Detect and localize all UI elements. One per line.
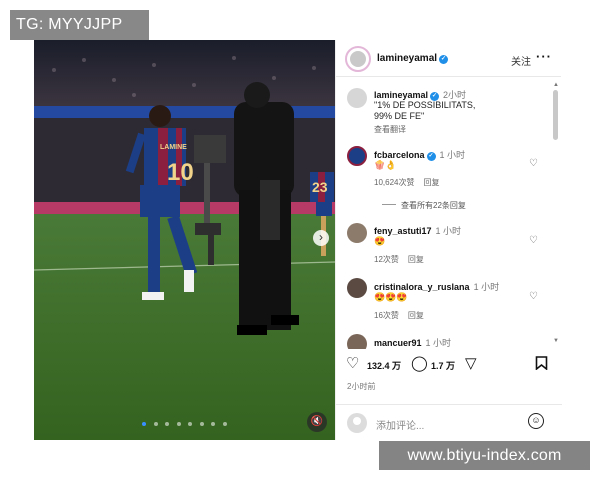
comment-avatar[interactable]	[347, 146, 367, 166]
comment-username[interactable]: feny_astuti17 1 小时	[374, 224, 461, 237]
carousel-dot[interactable]	[211, 422, 216, 426]
bookmark-shape	[535, 356, 548, 371]
verified-icon: ✓	[439, 55, 449, 64]
comment-meta: 12次赞 回复	[374, 254, 424, 265]
caption-author-text: lamineyamal	[374, 90, 429, 100]
comments-scrollbar[interactable]: ▲ ▼	[552, 82, 559, 344]
carousel-indicator	[34, 413, 335, 431]
comment-username-text: mancuer91	[374, 338, 422, 348]
post-photo[interactable]: 23 LAMINE 10 › 🔇	[34, 40, 335, 440]
reply-button[interactable]: 回复	[408, 311, 424, 320]
instagram-post-view: 23 LAMINE 10 › 🔇 lamineyamal ✓ 关注 ··· la…	[0, 0, 600, 480]
comment-icon[interactable]: ◯	[411, 356, 428, 372]
comment-avatar[interactable]	[347, 334, 367, 349]
current-user-avatar	[347, 413, 367, 433]
shirt-name: LAMINE	[160, 144, 187, 151]
comment-username-text: fcbarcelona	[374, 150, 425, 160]
scroll-down-icon[interactable]: ▼	[553, 338, 559, 344]
comment-avatar[interactable]	[347, 223, 367, 243]
comment-meta: 16次赞 回复	[374, 310, 424, 321]
carousel-dot[interactable]	[222, 422, 227, 426]
comment-likes[interactable]: 12次赞	[374, 255, 399, 264]
caption-time: 2小时	[443, 90, 467, 100]
comment-username-text: cristinalora_y_ruslana	[374, 282, 470, 292]
post-header: lamineyamal ✓ 关注 ···	[336, 40, 561, 77]
scroll-up-icon[interactable]: ▲	[553, 82, 559, 88]
caption-avatar[interactable]	[347, 88, 367, 108]
carousel-dot[interactable]	[165, 422, 170, 426]
comment-time: 1 小时	[425, 338, 452, 348]
watermark-top: TG: MYYJJPP	[10, 10, 149, 40]
post-details-panel: lamineyamal ✓ 关注 ··· lamineyamal ✓ 2小时 "1% …	[335, 40, 562, 440]
post-actions-bar: ♡ 132.4 万 ◯ 1.7 万 ▽	[336, 354, 562, 374]
carousel-dot[interactable]	[199, 422, 204, 426]
bg-player-number: 23	[312, 179, 328, 195]
comment-likes[interactable]: 16次赞	[374, 311, 399, 320]
comment-username[interactable]: mancuer91 1 小时	[374, 336, 451, 349]
see-replies-link[interactable]: 查看所有22条回复	[382, 200, 466, 211]
reply-button[interactable]: 回复	[423, 178, 439, 187]
comment-time: 1 小时	[473, 282, 500, 292]
comments-list[interactable]: lamineyamal ✓ 2小时 "1% DE POSSIBILITATS, 99…	[336, 78, 562, 349]
like-icon[interactable]: ♡	[346, 356, 359, 372]
see-translation-link[interactable]: 查看翻译	[374, 124, 406, 135]
like-comment-icon[interactable]: ♡	[529, 158, 538, 169]
comment-avatar[interactable]	[347, 278, 367, 298]
comment-text: 😍😍😍	[374, 292, 408, 302]
reply-button[interactable]: 回复	[408, 255, 424, 264]
scroll-thumb[interactable]	[553, 90, 558, 140]
likes-count[interactable]: 132.4 万	[367, 359, 401, 372]
share-icon[interactable]: ▽	[465, 356, 477, 372]
carousel-dot[interactable]	[176, 422, 181, 426]
watermark-bottom: www.btiyu-index.com	[379, 441, 590, 470]
bookmark-icon[interactable]	[535, 356, 548, 374]
posted-time: 2小时前	[347, 382, 376, 391]
add-comment-input[interactable]: 添加评论...	[376, 417, 424, 432]
stadium-scene: 23 LAMINE 10	[34, 40, 335, 440]
like-comment-icon[interactable]: ♡	[529, 291, 538, 302]
comments-count[interactable]: 1.7 万	[431, 359, 455, 372]
like-comment-icon[interactable]: ♡	[529, 235, 538, 246]
verified-icon: ✓	[426, 152, 436, 161]
next-photo-button[interactable]: ›	[313, 230, 329, 246]
emoji-icon[interactable]: ☺	[528, 413, 544, 429]
comment-text: 😍	[374, 236, 386, 246]
shirt-number: 10	[167, 159, 194, 186]
author-username-text: lamineyamal	[377, 53, 438, 64]
author-username[interactable]: lamineyamal ✓	[377, 53, 449, 64]
author-avatar[interactable]	[345, 46, 371, 72]
carousel-dot[interactable]	[188, 422, 193, 426]
caption-line-2: 99% DE FE"	[374, 111, 425, 121]
comment-time: 1 小时	[435, 226, 462, 236]
carousel-dot[interactable]	[153, 422, 158, 426]
caption-line-1: "1% DE POSSIBILITATS,	[374, 100, 476, 110]
comment-username-text: feny_astuti17	[374, 226, 432, 236]
more-options-icon[interactable]: ···	[536, 49, 552, 64]
comment-text: 🍿👌	[374, 160, 397, 170]
carousel-dot[interactable]	[142, 422, 147, 426]
comment-meta: 10,624次赞 回复	[374, 177, 439, 188]
follow-button[interactable]: 关注	[511, 53, 531, 68]
comment-likes[interactable]: 10,624次赞	[374, 178, 414, 187]
comment-time: 1 小时	[439, 150, 466, 160]
add-comment-bar: 添加评论... ☺	[336, 404, 562, 440]
